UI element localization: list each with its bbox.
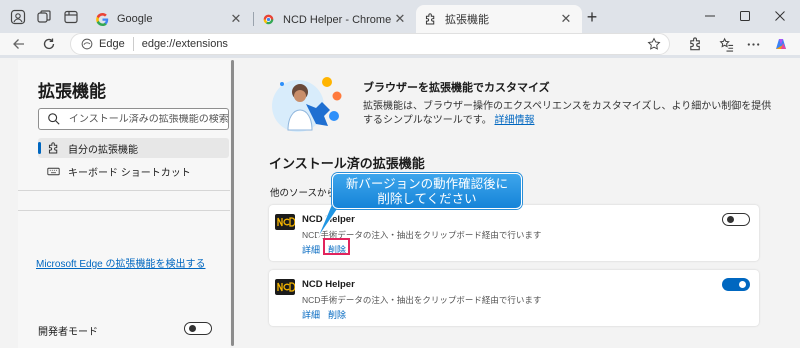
ncd-logo-icon bbox=[275, 214, 295, 230]
sidebar-item-label: キーボード ショートカット bbox=[68, 167, 191, 179]
sidebar: 拡張機能 自分の拡張機能 キーボード ショートカット Microsoft Edg… bbox=[18, 60, 230, 348]
puzzle-icon bbox=[46, 141, 60, 155]
address-bar[interactable]: Edge edge://extensions bbox=[70, 33, 670, 55]
more-options-icon[interactable] bbox=[744, 35, 762, 53]
favorite-star-icon[interactable] bbox=[647, 37, 661, 51]
new-tab-button[interactable]: + bbox=[583, 8, 601, 27]
address-toolbar: Edge edge://extensions bbox=[0, 33, 800, 55]
extensions-page: 拡張機能 自分の拡張機能 キーボード ショートカット Microsoft Edg… bbox=[0, 58, 800, 348]
workspaces-icon[interactable] bbox=[35, 8, 53, 26]
tab-title: NCD Helper - Chrome ウェブストア bbox=[283, 14, 392, 26]
details-info-link[interactable]: 詳細情報 bbox=[494, 115, 534, 126]
close-icon[interactable]: ✕ bbox=[558, 11, 574, 27]
discover-extensions-link[interactable]: Microsoft Edge の拡張機能を検出する bbox=[36, 255, 205, 270]
address-brand: Edge bbox=[99, 38, 125, 50]
refresh-icon[interactable] bbox=[40, 35, 58, 53]
active-indicator bbox=[38, 142, 41, 154]
callout-line-2: 削除してください bbox=[377, 192, 477, 206]
address-url[interactable]: edge://extensions bbox=[142, 38, 647, 50]
developer-mode-toggle[interactable] bbox=[184, 322, 212, 335]
remove-button[interactable]: 削除 bbox=[328, 308, 346, 321]
hero-title: ブラウザーを拡張機能でカスタマイズ bbox=[363, 82, 550, 94]
tab-title: Google bbox=[117, 13, 153, 25]
instruction-callout: 新バージョンの動作確認後に 削除してください bbox=[332, 173, 522, 209]
search-icon bbox=[48, 113, 60, 125]
back-icon[interactable] bbox=[10, 35, 28, 53]
extension-enable-toggle[interactable] bbox=[722, 278, 750, 291]
sidebar-item-my-extensions[interactable]: 自分の拡張機能 bbox=[38, 138, 229, 158]
extension-name: NCD Helper bbox=[302, 279, 355, 290]
edge-icon bbox=[81, 38, 93, 50]
copilot-icon[interactable] bbox=[772, 35, 790, 53]
favorites-icon[interactable] bbox=[717, 35, 735, 53]
tab-extensions[interactable]: 拡張機能 ✕ bbox=[416, 5, 582, 33]
close-icon[interactable]: ✕ bbox=[228, 11, 244, 27]
extension-enable-toggle[interactable] bbox=[722, 213, 750, 226]
sidebar-item-label: 自分の拡張機能 bbox=[68, 144, 138, 156]
callout-line-1: 新バージョンの動作確認後に bbox=[345, 177, 509, 191]
tab-google[interactable]: Google ✕ bbox=[88, 5, 252, 33]
developer-mode-label: 開発者モード bbox=[38, 327, 98, 338]
tab-strip: Google ✕ NCD Helper - Chrome ウェブストア ✕ 拡張… bbox=[0, 0, 800, 33]
close-icon[interactable]: ✕ bbox=[392, 11, 408, 27]
minimize-icon[interactable] bbox=[695, 6, 725, 26]
details-button[interactable]: 詳細 bbox=[302, 308, 320, 321]
extension-description: NCD手術データの注入・抽出をクリップボード経由で行います bbox=[302, 295, 542, 305]
tab-actions-icon[interactable] bbox=[62, 8, 80, 26]
maximize-icon[interactable] bbox=[730, 6, 760, 26]
close-window-icon[interactable] bbox=[765, 6, 795, 26]
sidebar-item-keyboard-shortcuts[interactable]: キーボード ショートカット bbox=[38, 161, 229, 181]
sidebar-divider bbox=[18, 190, 230, 191]
address-divider bbox=[132, 37, 134, 51]
tab-ncd-helper-store[interactable]: NCD Helper - Chrome ウェブストア ✕ bbox=[254, 5, 416, 33]
google-icon bbox=[96, 12, 109, 26]
chrome-web-store-icon bbox=[263, 14, 274, 24]
other-sources-label: 他のソースから bbox=[270, 188, 337, 199]
hero-illustration bbox=[272, 77, 342, 132]
hero-description: 拡張機能は、ブラウザー操作のエクスペリエンスをカスタマイズし、より細かい制御を提… bbox=[363, 100, 773, 128]
search-input[interactable] bbox=[68, 113, 228, 125]
profile-icon[interactable] bbox=[9, 8, 27, 26]
sidebar-scrollbar[interactable] bbox=[231, 60, 234, 346]
details-button[interactable]: 詳細 bbox=[302, 243, 320, 256]
extension-search-field[interactable] bbox=[38, 108, 229, 130]
extension-card: NCD Helper NCD手術データの注入・抽出をクリップボード経由で行います… bbox=[269, 270, 759, 326]
sidebar-heading: 拡張機能 bbox=[38, 82, 106, 101]
sidebar-divider bbox=[18, 210, 230, 211]
extensions-icon[interactable] bbox=[686, 35, 704, 53]
tab-title: 拡張機能 bbox=[445, 14, 489, 26]
ncd-logo-icon bbox=[275, 279, 295, 295]
puzzle-icon bbox=[425, 12, 435, 24]
keyboard-icon bbox=[46, 164, 60, 178]
hero-description-text: 拡張機能は、ブラウザー操作のエクスペリエンスをカスタマイズし、より細かい制御を提… bbox=[363, 101, 772, 126]
installed-section-title: インストール済の拡張機能 bbox=[269, 156, 425, 171]
